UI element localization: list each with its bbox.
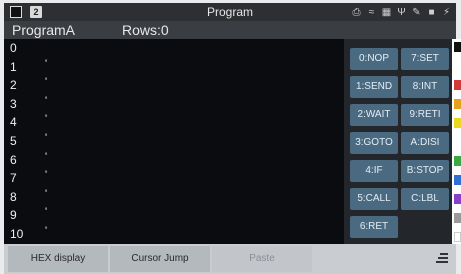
program-line[interactable]: 3 ' [4, 95, 344, 114]
line-number: 10 [10, 227, 24, 241]
line-number: 3 [10, 96, 17, 111]
line-number: 2 [10, 78, 17, 93]
program-header: ProgramA Rows:0 [4, 21, 456, 39]
program-line[interactable]: 4 ' [4, 113, 344, 132]
program-line[interactable]: 0 [4, 39, 344, 58]
program-editor[interactable]: 0 1 ' 2 ' 3 ' 4 ' 5 ' 6 ' 7 ' 8 ' 9 ' 10… [4, 39, 344, 244]
line-number: 6 [10, 152, 17, 167]
color-swatch [454, 194, 461, 204]
line-marker: ' [45, 94, 48, 107]
status-icons: ⎙ ≈ ▦ Ψ ✎ ■ ⚡ [351, 5, 452, 19]
program-screen: 2 Program ⎙ ≈ ▦ Ψ ✎ ■ ⚡ ProgramA Rows:0 … [0, 0, 461, 274]
line-marker: ' [45, 225, 48, 237]
save-icon: ■ [428, 6, 435, 18]
hex-display-button[interactable]: HEX display [8, 246, 108, 272]
cursor-jump-button[interactable]: Cursor Jump [110, 246, 210, 272]
color-stripe [452, 39, 461, 244]
instruction-panel: 0:NOP 7:SET 1:SEND 8:INT 2:WAIT 9:RETI 3… [344, 39, 452, 244]
color-swatch [454, 118, 461, 128]
line-marker: ' [45, 150, 48, 163]
program-line[interactable]: 1 ' [4, 58, 344, 77]
line-marker: ' [45, 57, 48, 70]
line-marker: ' [45, 76, 48, 89]
wifi-icon: ≈ [368, 6, 375, 18]
power-icon: ⚡ [442, 6, 451, 18]
program-name: ProgramA [12, 22, 76, 38]
color-swatch [454, 213, 461, 223]
line-marker: ' [45, 206, 48, 219]
color-swatch [454, 156, 461, 166]
program-line[interactable]: 7 ' [4, 169, 344, 188]
line-number: 1 [10, 59, 17, 74]
line-number: 9 [10, 208, 17, 223]
line-number: 0 [10, 41, 17, 55]
line-number: 8 [10, 189, 17, 204]
reti-button[interactable]: 9:RETI [401, 104, 449, 126]
usb-icon: Ψ [397, 6, 406, 18]
program-line[interactable]: 5 ' [4, 132, 344, 151]
menu-icon[interactable] [436, 252, 448, 264]
goto-button[interactable]: 3:GOTO [350, 132, 398, 154]
rows-count: Rows:0 [122, 22, 169, 38]
line-number: 4 [10, 115, 17, 130]
line-marker: ' [45, 187, 48, 200]
line-number: 5 [10, 134, 17, 148]
printer-icon: ⎙ [352, 6, 361, 18]
program-line[interactable]: 2 ' [4, 76, 344, 95]
paste-button[interactable]: Paste [212, 246, 312, 272]
program-line[interactable]: 8 ' [4, 188, 344, 207]
program-line[interactable]: 9 ' [4, 206, 344, 225]
disi-button[interactable]: A:DISI [401, 132, 449, 154]
program-line[interactable]: 6 ' [4, 151, 344, 170]
pen-icon: ✎ [412, 6, 421, 18]
bottom-toolbar: HEX display Cursor Jump Paste [4, 244, 456, 274]
color-swatch [454, 232, 461, 242]
send-button[interactable]: 1:SEND [350, 76, 398, 98]
line-marker: ' [45, 113, 48, 126]
lbl-button[interactable]: C:LBL [401, 188, 449, 210]
wait-button[interactable]: 2:WAIT [350, 104, 398, 126]
int-button[interactable]: 8:INT [401, 76, 449, 98]
line-marker: ' [45, 169, 48, 182]
line-number: 7 [10, 171, 17, 186]
color-swatch [454, 42, 461, 52]
call-button[interactable]: 5:CALL [350, 188, 398, 210]
ret-button[interactable]: 6:RET [350, 216, 398, 238]
color-swatch [454, 99, 461, 109]
color-swatch [454, 80, 461, 90]
set-button[interactable]: 7:SET [401, 48, 449, 70]
if-button[interactable]: 4:IF [350, 160, 398, 182]
line-marker: ' [45, 132, 48, 144]
stop-button[interactable]: B:STOP [401, 160, 449, 182]
color-swatch [454, 175, 461, 185]
program-line[interactable]: 10 ' [4, 225, 344, 244]
status-bar: 2 Program ⎙ ≈ ▦ Ψ ✎ ■ ⚡ [4, 3, 456, 21]
nop-button[interactable]: 0:NOP [350, 48, 398, 70]
network-icon: ▦ [381, 6, 392, 18]
